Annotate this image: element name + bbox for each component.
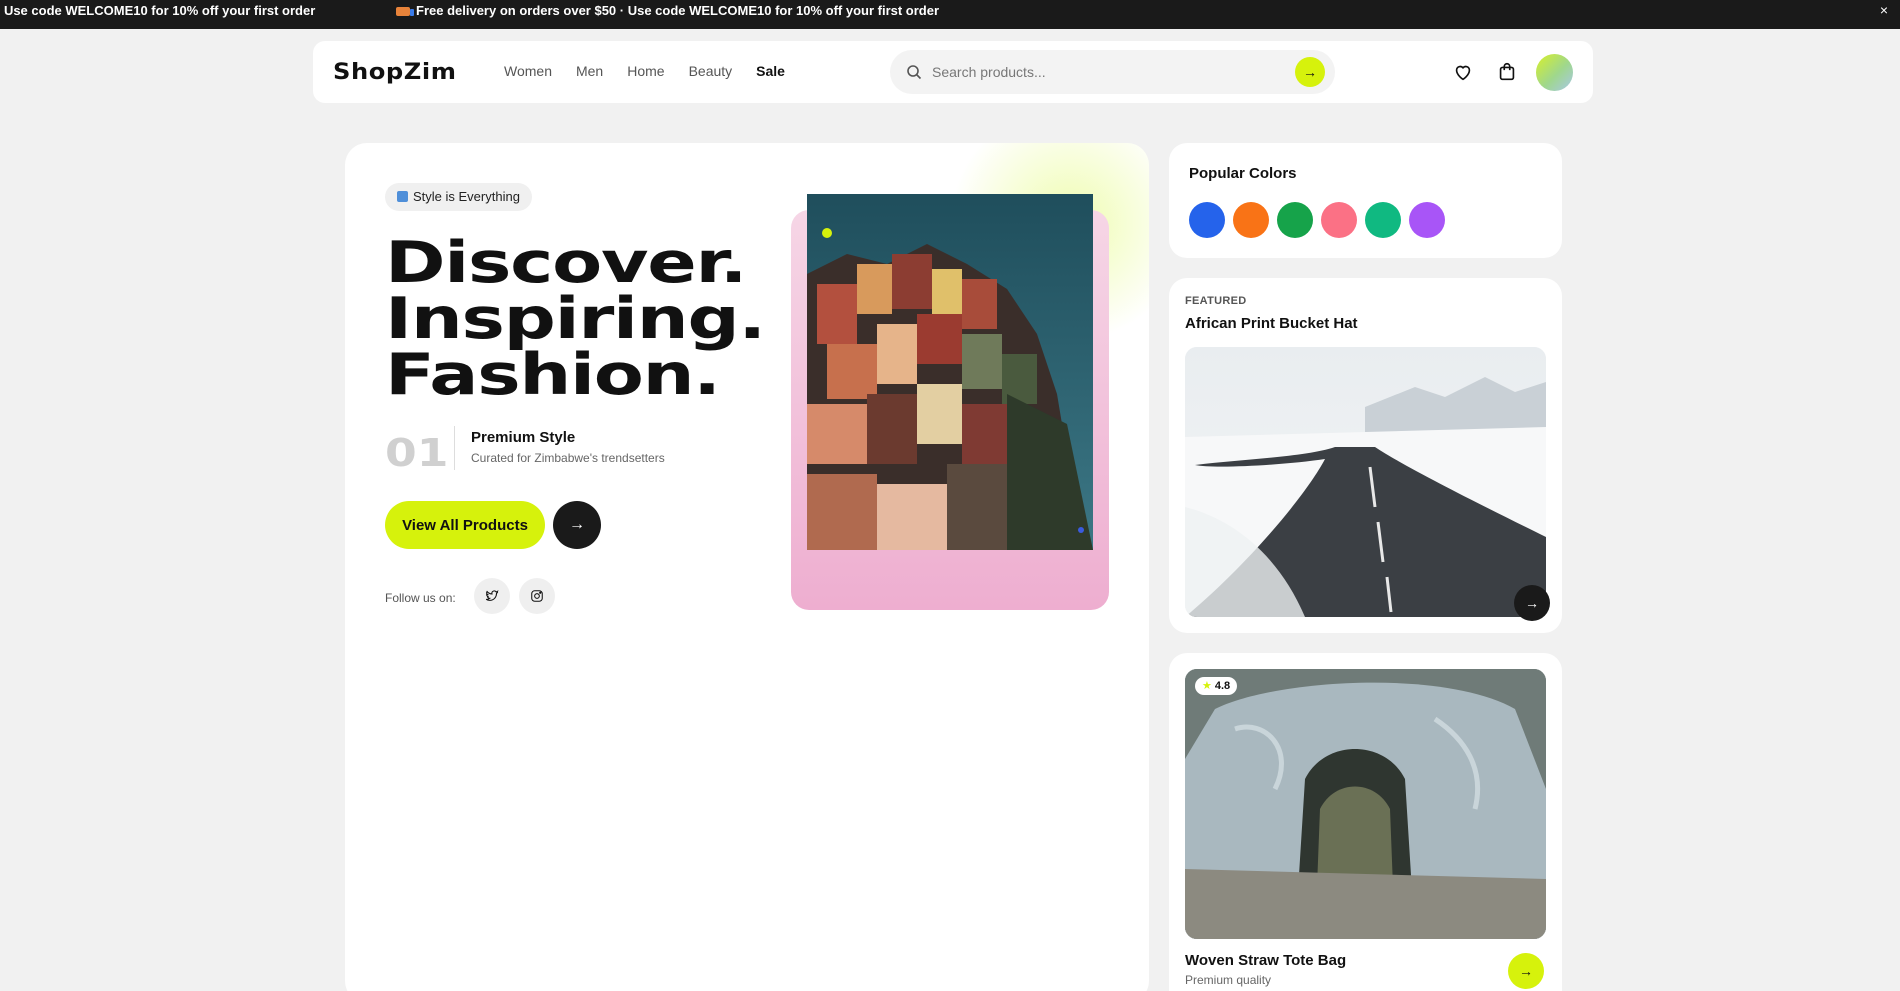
tagline-text: Style is Everything (413, 189, 520, 204)
step-title: Premium Style (471, 429, 576, 446)
shopping-bag-icon[interactable] (1496, 61, 1518, 83)
star-icon: ★ (1202, 680, 1212, 692)
step-subtitle: Curated for Zimbabwe's trendsetters (471, 451, 665, 465)
twitter-button[interactable] (474, 578, 510, 614)
color-swatch-orange[interactable] (1233, 202, 1269, 238)
logo[interactable]: ShopZim (333, 60, 457, 85)
snowy-road-image (1185, 347, 1546, 617)
follow-label: Follow us on: (385, 591, 456, 605)
color-swatch-green[interactable] (1277, 202, 1313, 238)
step-divider (454, 426, 455, 470)
step-number: 01 (385, 431, 449, 475)
heart-icon[interactable] (1452, 61, 1474, 83)
shopping-bags-icon (397, 191, 408, 202)
nav-links: Women Men Home Beauty Sale (504, 63, 785, 79)
image-indicator-dot (1078, 527, 1084, 533)
featured-image (1185, 347, 1546, 617)
announcement-message-delivery: Free delivery on orders over $50 · Use c… (396, 0, 939, 29)
main-navbar: ShopZim Women Men Home Beauty Sale → (313, 41, 1593, 103)
headline-line-2: Inspiring. (385, 286, 766, 352)
view-all-products-button[interactable]: View All Products (385, 501, 545, 549)
product-subtitle: Premium quality (1185, 973, 1272, 987)
hero-image (807, 194, 1093, 550)
search-icon (907, 65, 922, 80)
rating-value: 4.8 (1214, 680, 1231, 692)
product-arrow-button[interactable]: → (1508, 953, 1544, 989)
rock-arch-image (1185, 669, 1546, 939)
featured-title: African Print Bucket Hat (1185, 315, 1358, 332)
nav-link-sale[interactable]: Sale (756, 63, 785, 79)
popular-colors-title: Popular Colors (1189, 165, 1297, 182)
avatar[interactable] (1536, 54, 1573, 91)
product-card[interactable]: ★ 4.8 Woven Straw Tote Bag Premium qualit… (1169, 653, 1562, 991)
hero-card: Style is Everything Discover. Inspiring.… (345, 143, 1149, 991)
featured-product-card[interactable]: FEATURED African Print Bucket Hat → (1169, 278, 1562, 633)
rating-badge: ★ 4.8 (1195, 677, 1238, 695)
headline-line-1: Discover. (385, 230, 747, 296)
nav-link-beauty[interactable]: Beauty (689, 63, 733, 79)
image-marker-dot (822, 228, 832, 238)
color-swatch-pink[interactable] (1321, 202, 1357, 238)
search-input[interactable] (932, 58, 1272, 86)
announcement-message-text: Free delivery on orders over $50 · Use c… (416, 3, 940, 18)
product-title: Woven Straw Tote Bag (1185, 952, 1347, 969)
product-image: ★ 4.8 (1185, 669, 1546, 939)
instagram-button[interactable] (519, 578, 555, 614)
nav-link-men[interactable]: Men (576, 63, 603, 79)
featured-arrow-button[interactable]: → (1514, 585, 1550, 621)
cliffside-village-image (807, 194, 1093, 550)
popular-colors-card: Popular Colors (1169, 143, 1562, 258)
close-announcement-button[interactable]: × (1880, 0, 1888, 21)
truck-icon (396, 7, 414, 16)
cta-arrow-button[interactable]: → (553, 501, 601, 549)
announcement-bar: - Use code WELCOME10 for 10% off your fi… (0, 0, 1900, 29)
color-swatches (1189, 202, 1445, 238)
headline-line-3: Fashion. (385, 342, 721, 408)
nav-link-women[interactable]: Women (504, 63, 552, 79)
hero-headline: Discover. Inspiring. Fashion. (385, 230, 766, 408)
featured-label: FEATURED (1185, 295, 1247, 307)
announcement-message: - Use code WELCOME10 for 10% off your fi… (0, 3, 316, 18)
color-swatch-emerald[interactable] (1365, 202, 1401, 238)
color-swatch-purple[interactable] (1409, 202, 1445, 238)
color-swatch-blue[interactable] (1189, 202, 1225, 238)
instagram-icon (531, 590, 543, 602)
nav-link-home[interactable]: Home (627, 63, 664, 79)
search-bar: → (890, 50, 1335, 94)
twitter-icon (485, 590, 499, 601)
search-submit-button[interactable]: → (1295, 57, 1325, 87)
tagline-badge: Style is Everything (385, 183, 532, 211)
